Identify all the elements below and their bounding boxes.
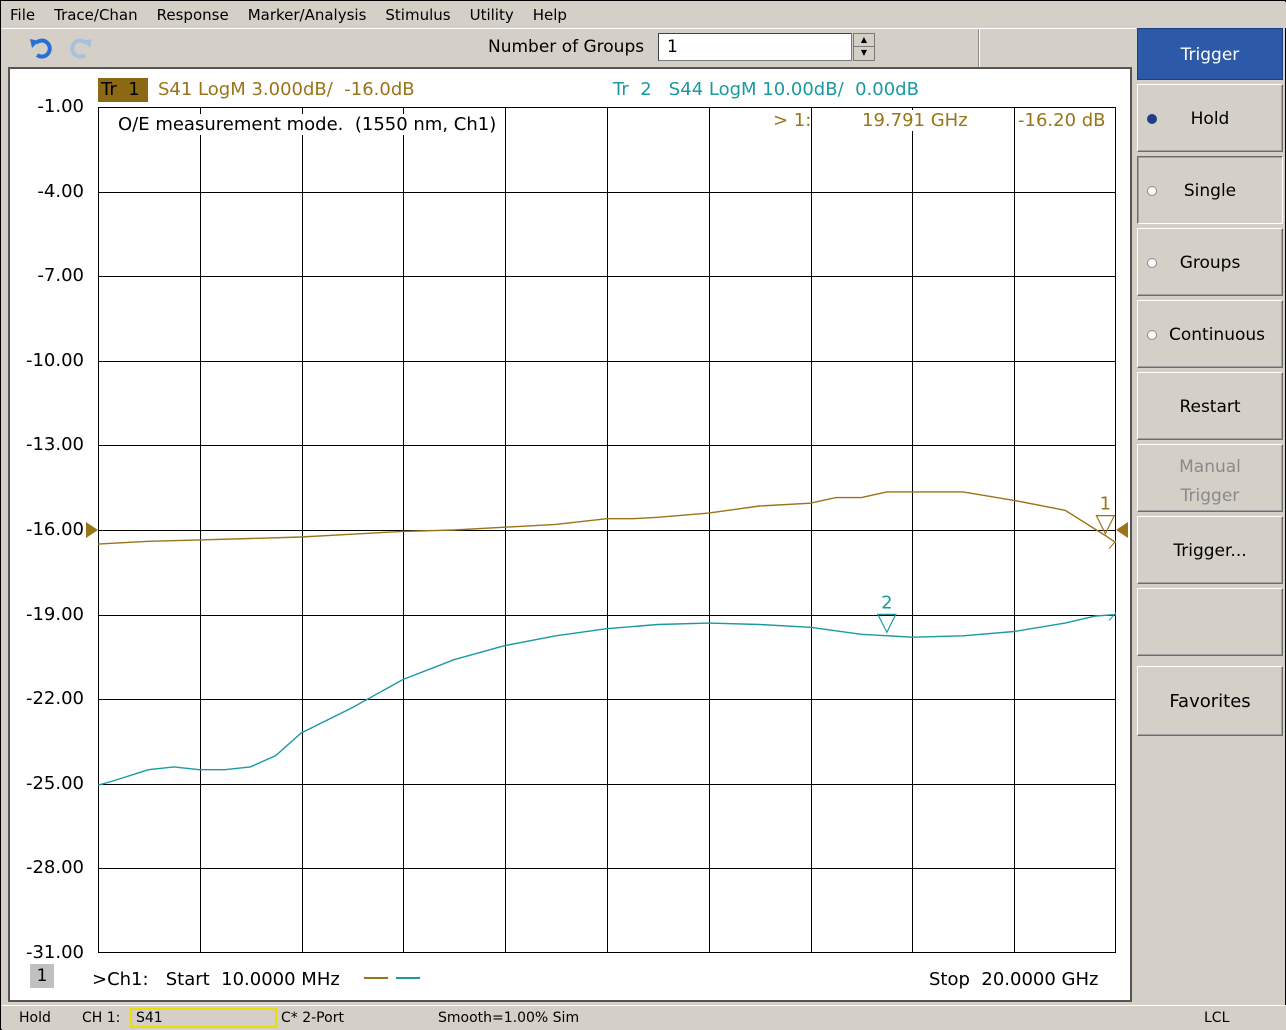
softkey-panel: Trigger Hold Single Groups Continuous Re…	[1137, 28, 1283, 1003]
restart-button[interactable]: Restart	[1137, 372, 1283, 440]
y-axis-tick-label: -10.00	[25, 349, 84, 371]
y-axis-tick-label: -28.00	[25, 857, 84, 879]
hold-label: Hold	[1190, 109, 1230, 129]
marker-readout-id: > 1:	[773, 110, 812, 131]
spin-up-icon[interactable]: ▲	[854, 34, 874, 47]
menu-help[interactable]: Help	[533, 3, 567, 27]
y-axis-tick-label: -1.00	[37, 96, 84, 117]
y-axis-tick-label: -13.00	[25, 434, 84, 456]
toolbar: Number of Groups ▲ ▼	[2, 28, 1136, 67]
marker-2-label: 2	[881, 592, 892, 613]
y-axis-tick-label: -22.00	[25, 688, 84, 710]
trace2-title[interactable]: Tr 2 S44 LogM 10.00dB/ 0.00dB	[613, 79, 919, 100]
manual-trigger-button[interactable]: Manual Trigger	[1137, 444, 1283, 512]
softkey-title: Trigger	[1137, 28, 1283, 80]
redo-arrow-icon[interactable]	[68, 35, 94, 61]
y-axis-tick-label: -4.00	[37, 180, 84, 202]
vna-window: File Trace/Chan Response Marker/Analysis…	[0, 0, 1286, 1030]
trace-end-caret-icon	[1108, 539, 1116, 550]
spin-down-icon[interactable]: ▼	[854, 47, 874, 60]
empty-softkey[interactable]	[1137, 588, 1283, 656]
favorites-button[interactable]: Favorites	[1137, 666, 1283, 736]
single-button[interactable]: Single	[1137, 156, 1283, 224]
number-of-groups-input[interactable]	[658, 33, 852, 61]
trace1-title[interactable]: S41 LogM 3.000dB/ -16.0dB	[158, 79, 415, 100]
trace2-swatch	[396, 977, 420, 979]
menu-marker-analysis[interactable]: Marker/Analysis	[248, 3, 367, 27]
measurement-mode-text: O/E measurement mode. (1550 nm, Ch1)	[116, 114, 499, 135]
menu-bar: File Trace/Chan Response Marker/Analysis…	[2, 2, 1286, 28]
radio-icon	[1147, 330, 1157, 340]
marker-2-triangle-icon	[876, 613, 897, 634]
y-axis-tick-label: -7.00	[37, 265, 84, 287]
trace1-swatch	[364, 977, 388, 979]
status-correction: C* 2-Port	[281, 1010, 344, 1026]
softkey-title-label: Trigger	[1180, 45, 1240, 65]
trigger-setup-button[interactable]: Trigger...	[1137, 516, 1283, 584]
measurement-display: Tr 1 S41 LogM 3.000dB/ -16.0dB Tr 2 S44 …	[8, 67, 1132, 1002]
y-axis-tick-label: -31.00	[25, 942, 84, 963]
continuous-button[interactable]: Continuous	[1137, 300, 1283, 368]
toolbar-divider	[978, 29, 980, 67]
menu-trace-chan[interactable]: Trace/Chan	[54, 3, 138, 27]
stop-frequency[interactable]: Stop 20.0000 GHz	[929, 969, 1098, 990]
marker-1-label: 1	[1100, 494, 1111, 515]
radio-icon	[1147, 258, 1157, 268]
status-trigger-state: Hold	[19, 1010, 51, 1026]
groups-spinner[interactable]: ▲ ▼	[853, 33, 875, 61]
number-of-groups-label: Number of Groups	[488, 37, 645, 57]
manual-trigger-label-line1: Manual	[1179, 457, 1241, 477]
menu-file[interactable]: File	[10, 3, 35, 27]
menu-stimulus[interactable]: Stimulus	[385, 3, 450, 27]
status-remote: LCL	[1204, 1010, 1230, 1026]
hold-button[interactable]: Hold	[1137, 84, 1283, 152]
marker-layer: 12	[876, 494, 1116, 634]
radio-selected-icon	[1147, 114, 1157, 124]
plot-grid	[98, 107, 1116, 953]
reference-level-left-arrow-icon	[86, 522, 98, 538]
status-bar: Hold CH 1: S41 C* 2-Port Smooth=1.00% Si…	[2, 1005, 1286, 1030]
undo-arrow-icon[interactable]	[28, 35, 54, 61]
trigger-setup-label: Trigger...	[1173, 541, 1247, 561]
y-axis-tick-label: -25.00	[25, 772, 84, 794]
continuous-label: Continuous	[1168, 325, 1265, 345]
menu-utility[interactable]: Utility	[470, 3, 514, 27]
channel-number-badge: 1	[30, 964, 54, 988]
groups-button[interactable]: Groups	[1137, 228, 1283, 296]
start-frequency[interactable]: >Ch1: Start 10.0000 MHz	[92, 969, 340, 990]
reference-level-right-arrow-icon	[1116, 522, 1128, 538]
trace-plot[interactable]: 12	[98, 107, 1116, 953]
trace1-badge[interactable]: Tr 1	[98, 78, 148, 102]
trace-end-caret-icon	[1108, 611, 1116, 621]
status-channel: CH 1:	[82, 1010, 121, 1026]
y-axis-tick-label: -16.00	[25, 519, 84, 540]
groups-label: Groups	[1179, 253, 1241, 273]
status-smoothing: Smooth=1.00% Sim	[438, 1010, 580, 1026]
manual-trigger-label-line2: Trigger	[1180, 486, 1240, 506]
favorites-label: Favorites	[1169, 691, 1251, 712]
single-label: Single	[1183, 181, 1237, 201]
menu-response[interactable]: Response	[157, 3, 229, 27]
marker-readout-frequency: 19.791 GHz	[862, 110, 968, 131]
radio-icon	[1147, 186, 1157, 196]
y-axis-tick-label: -19.00	[25, 603, 84, 625]
restart-label: Restart	[1179, 397, 1241, 417]
marker-readout-value: -16.20 dB	[1018, 110, 1106, 131]
status-active-parameter[interactable]: S41	[130, 1008, 277, 1028]
